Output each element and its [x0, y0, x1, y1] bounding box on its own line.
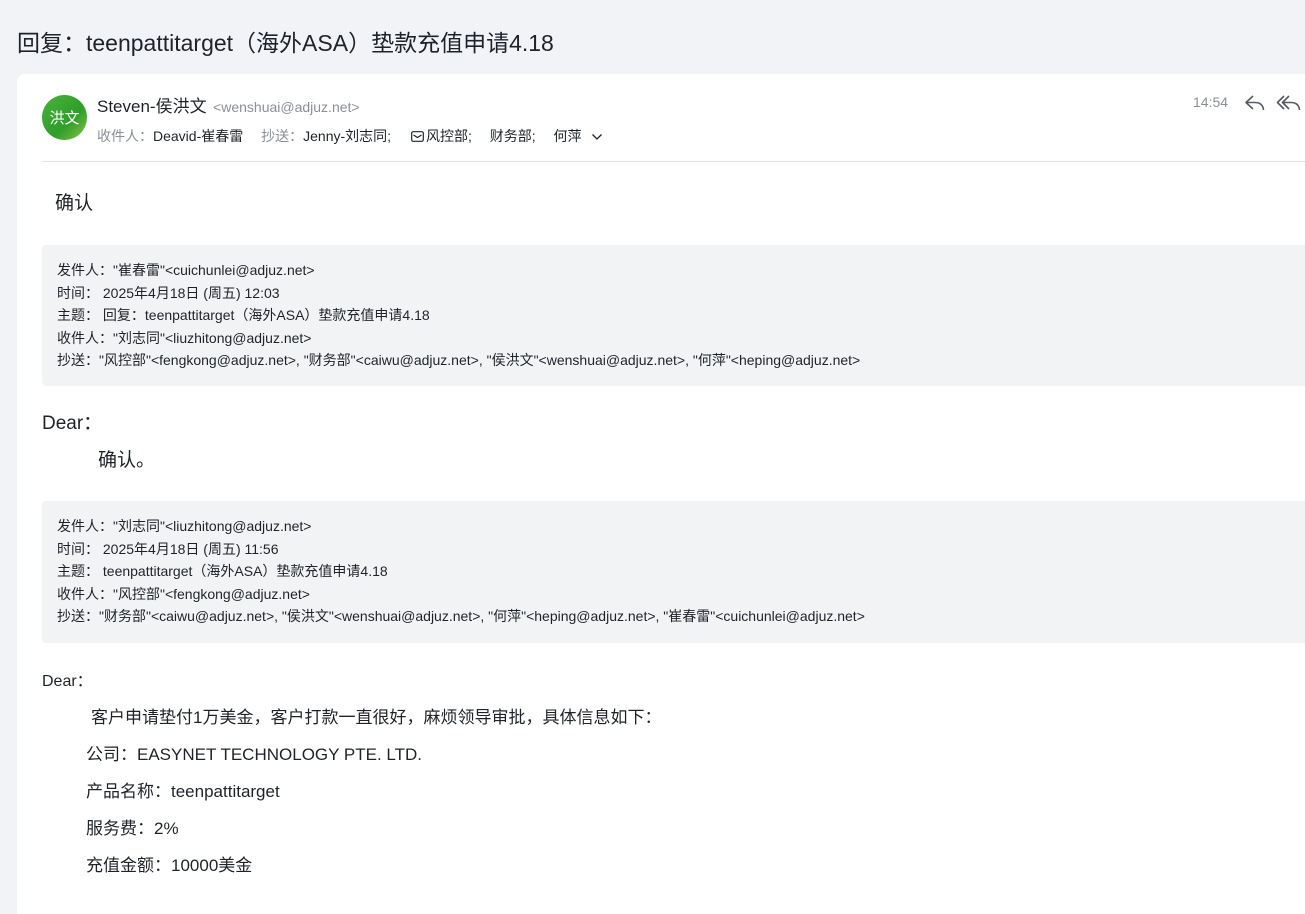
reply-icon[interactable]: [1244, 93, 1266, 113]
fee-line: 服务费：2%: [86, 819, 179, 838]
quote-from: 发件人："刘志同"<liuzhitong@adjuz.net>: [57, 518, 312, 534]
greeting: Dear：: [42, 413, 103, 434]
header-divider: [42, 161, 1305, 162]
amount-line: 充值金额：10000美金: [86, 856, 253, 875]
sender-row: Steven-侯洪文 <wenshuai@adjuz.net>: [97, 92, 360, 117]
email-card: 洪文 Steven-侯洪文 <wenshuai@adjuz.net> 收件人：D…: [17, 74, 1305, 914]
cc-recipient[interactable]: Jenny-刘志同;: [303, 128, 391, 144]
quote-subject: 主题： 回复：teenpattitarget（海外ASA）垫款充值申请4.18: [57, 307, 430, 323]
quote-time: 时间： 2025年4月18日 (周五) 12:03: [57, 284, 280, 301]
to-recipient[interactable]: Deavid-崔春雷: [153, 128, 243, 144]
request-intro: 客户申请垫付1万美金，客户打款一直很好，麻烦领导审批，具体信息如下：: [91, 708, 662, 727]
email-subject: 回复：teenpattitarget（海外ASA）垫款充值申请4.18: [17, 30, 554, 56]
quote-from: 发件人："崔春雷"<cuichunlei@adjuz.net>: [57, 262, 315, 278]
quote-subject: 主题： teenpattitarget（海外ASA）垫款充值申请4.18: [57, 563, 388, 579]
quoted-header-2: 发件人："刘志同"<liuzhitong@adjuz.net> 时间： 2025…: [42, 501, 1305, 643]
sender-avatar[interactable]: 洪文: [42, 95, 87, 140]
product-line: 产品名称：teenpattitarget: [86, 782, 280, 801]
quote-to: 收件人："风控部"<fengkong@adjuz.net>: [57, 585, 310, 602]
cc-recipient[interactable]: 何萍: [554, 128, 582, 144]
company-line: 公司：EASYNET TECHNOLOGY PTE. LTD.: [86, 745, 422, 764]
chevron-down-icon[interactable]: [591, 133, 603, 141]
quote-cc: 抄送："财务部"<caiwu@adjuz.net>, "侯洪文"<wenshua…: [57, 608, 865, 624]
reply-all-icon[interactable]: [1276, 93, 1302, 113]
cc-recipient[interactable]: 财务部;: [490, 128, 536, 144]
cc-label: 抄送：: [261, 128, 304, 144]
reply-body-text: 确认: [55, 193, 94, 214]
sender-email: <wenshuai@adjuz.net>: [213, 99, 360, 115]
sent-time: 14:54: [1193, 94, 1229, 110]
quote-to: 收件人："刘志同"<liuzhitong@adjuz.net>: [57, 329, 312, 346]
quote-cc: 抄送："风控部"<fengkong@adjuz.net>, "财务部"<caiw…: [57, 352, 861, 368]
greeting: Dear：: [42, 673, 93, 690]
quote-time: 时间： 2025年4月18日 (周五) 11:56: [57, 540, 279, 557]
cc-recipient[interactable]: 风控部;: [426, 128, 472, 144]
group-mail-icon: [411, 131, 424, 142]
quoted-header-1: 发件人："崔春雷"<cuichunlei@adjuz.net> 时间： 2025…: [42, 245, 1305, 386]
sender-name[interactable]: Steven-侯洪文: [97, 97, 207, 116]
reply-text: 确认。: [98, 450, 156, 471]
to-label: 收件人：: [97, 128, 153, 144]
recipients-row: 收件人：Deavid-崔春雷 抄送：Jenny-刘志同; 风控部; 财务部; 何…: [97, 126, 603, 146]
